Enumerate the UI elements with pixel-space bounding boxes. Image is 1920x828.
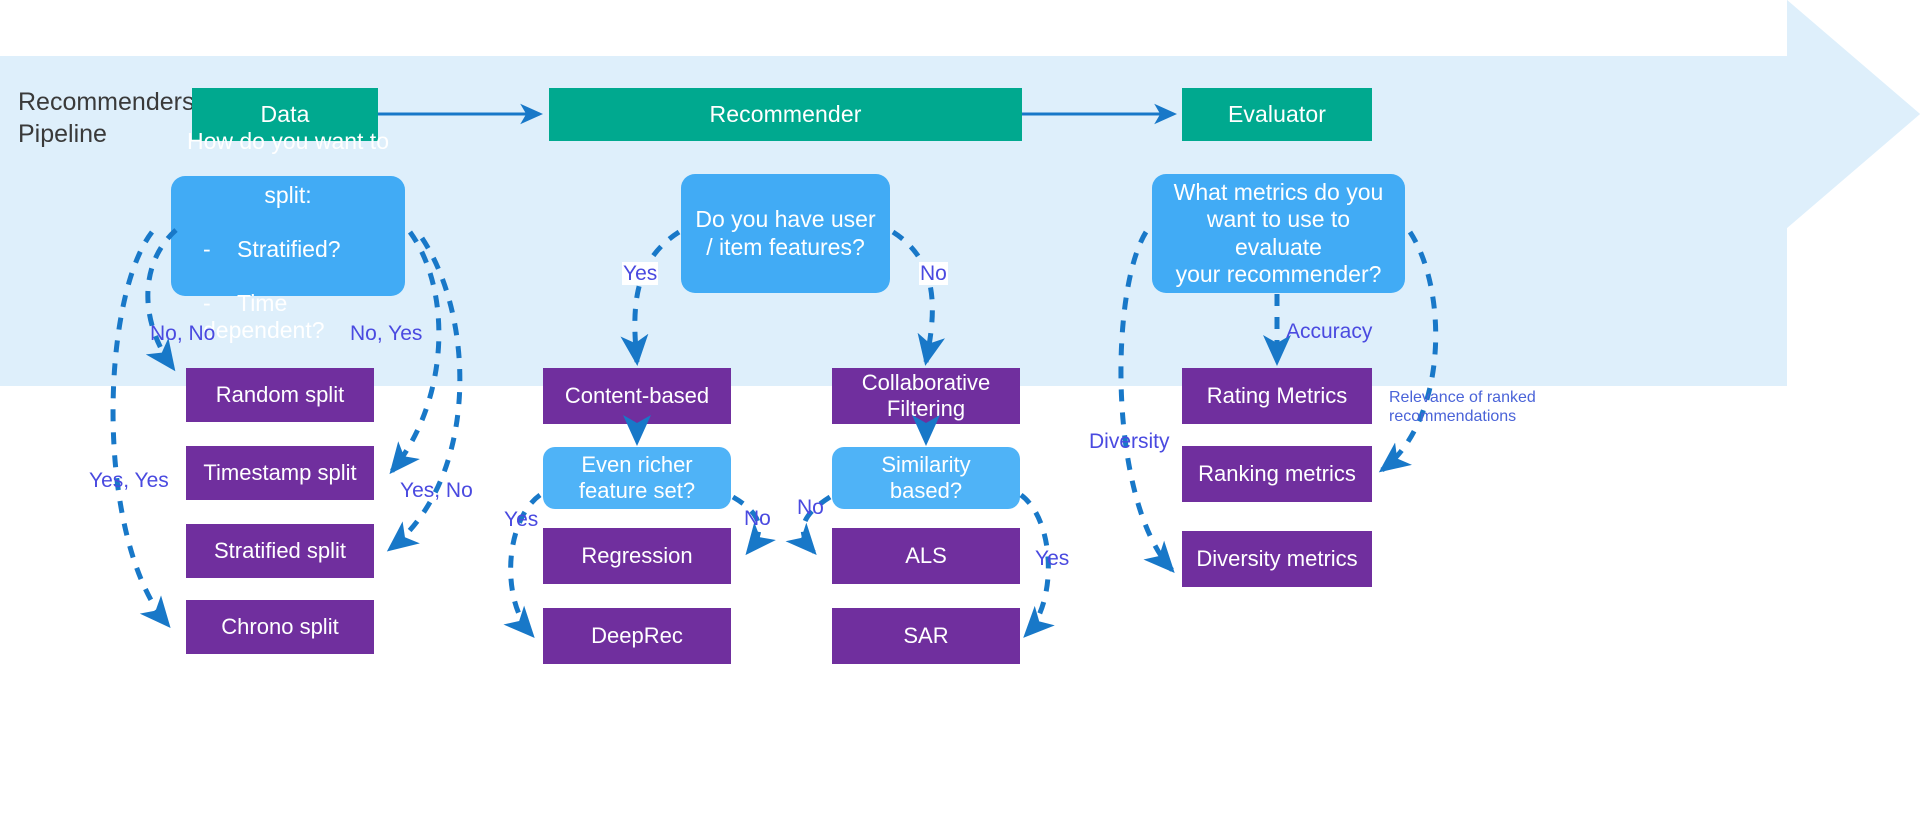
- stage-box-evaluator[interactable]: Evaluator: [1182, 88, 1372, 141]
- algo-box-sar[interactable]: SAR: [832, 608, 1020, 664]
- decision-box-split[interactable]: How do you want to split: - Stratified? -…: [171, 128, 405, 343]
- diagram-canvas: Recommenders Pipeline Data Recommender E…: [0, 0, 1920, 828]
- split-item-1: - Stratified?: [181, 236, 395, 263]
- algo-box-deeprec[interactable]: DeepRec: [543, 608, 731, 664]
- edge-label-no-no: No, No: [150, 322, 216, 345]
- edge-label-relevance: Relevance of ranked recommendations: [1389, 389, 1536, 426]
- edge-label-richer-no: No: [744, 507, 771, 530]
- edge-label-accuracy: Accuracy: [1286, 320, 1373, 343]
- pipeline-title: Recommenders Pipeline: [18, 88, 195, 148]
- banner-arrowhead: [1787, 0, 1920, 228]
- split-item-2-dash: -: [203, 290, 211, 317]
- split-item-1-label: Stratified?: [237, 236, 341, 262]
- decision-box-richer-features[interactable]: Even richer feature set?: [543, 447, 731, 509]
- edge-features-no-to-collaborative-filtering: [891, 229, 946, 366]
- split-line-2: split:: [264, 181, 312, 208]
- decision-box-similarity-based[interactable]: Similarity based?: [832, 447, 1020, 509]
- edge-label-richer-yes: Yes: [504, 508, 539, 531]
- edge-label-features-yes: Yes: [622, 262, 659, 286]
- algo-box-rating-metrics[interactable]: Rating Metrics: [1182, 368, 1372, 424]
- algo-box-regression[interactable]: Regression: [543, 528, 731, 584]
- algo-box-collaborative-filtering[interactable]: Collaborative Filtering: [832, 368, 1020, 424]
- algo-box-als[interactable]: ALS: [832, 528, 1020, 584]
- algo-box-random-split[interactable]: Random split: [186, 368, 374, 422]
- algo-box-timestamp-split[interactable]: Timestamp split: [186, 446, 374, 500]
- algo-box-stratified-split[interactable]: Stratified split: [186, 524, 374, 578]
- algo-box-diversity-metrics[interactable]: Diversity metrics: [1182, 531, 1372, 587]
- edge-label-yes-no: Yes, No: [400, 479, 473, 502]
- edge-split-to-chrono-split: [110, 230, 171, 629]
- algo-box-chrono-split[interactable]: Chrono split: [186, 600, 374, 654]
- algo-box-content-based[interactable]: Content-based: [543, 368, 731, 424]
- algo-box-ranking-metrics[interactable]: Ranking metrics: [1182, 446, 1372, 502]
- decision-box-metrics[interactable]: What metrics do you want to use to evalu…: [1152, 174, 1405, 293]
- edge-label-no-yes: No, Yes: [350, 322, 423, 345]
- edge-label-diversity: Diversity: [1089, 430, 1170, 453]
- decision-box-features[interactable]: Do you have user / item features?: [681, 174, 890, 293]
- edge-label-similarity-no: No: [797, 496, 824, 519]
- split-line-1: How do you want to: [186, 127, 389, 154]
- edge-features-yes-to-content-based: [620, 229, 681, 366]
- edge-label-similarity-yes: Yes: [1035, 547, 1070, 570]
- edge-label-yes-yes: Yes, Yes: [89, 469, 169, 492]
- stage-box-recommender[interactable]: Recommender: [549, 88, 1022, 141]
- edge-label-features-no: No: [919, 262, 948, 286]
- split-item-1-dash: -: [203, 236, 211, 262]
